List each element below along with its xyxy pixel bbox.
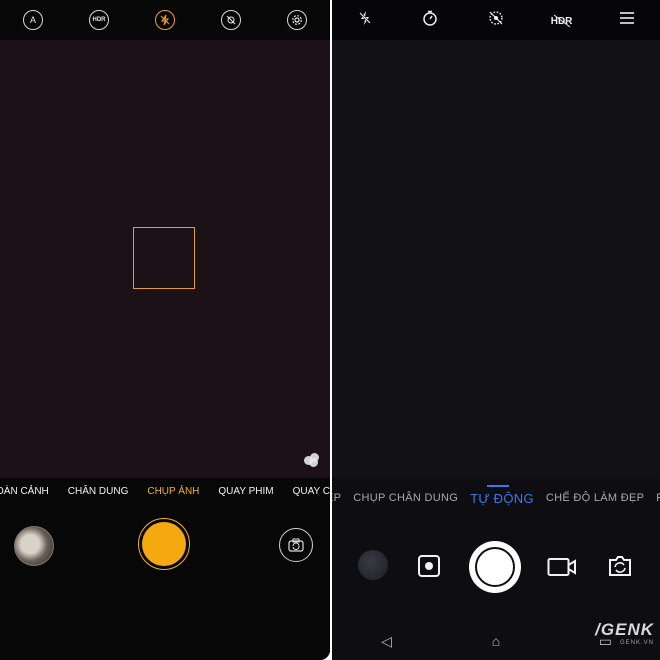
mode-video[interactable]: QUAY PHIM	[218, 486, 273, 497]
switch-camera-icon	[288, 538, 304, 552]
home-nav-icon[interactable]: ⌂	[476, 633, 516, 649]
switch-camera-button-right[interactable]	[606, 554, 634, 583]
mode-portrait[interactable]: CHÂN DUNG	[68, 486, 129, 497]
switch-camera-button[interactable]	[279, 528, 313, 562]
left-top-toolbar: A HDR	[0, 0, 330, 40]
left-bottom-controls	[0, 504, 330, 660]
lens-button[interactable]	[418, 555, 440, 577]
mode-auto[interactable]: TỰ ĐỘNG	[470, 484, 534, 506]
right-mode-strip: ÉP CHỤP CHÂN DUNG TỰ ĐỘNG CHẾ ĐỘ LÀM ĐẸP…	[332, 478, 660, 518]
back-nav-icon[interactable]: ◁	[367, 633, 407, 650]
flash-off-icon	[160, 14, 170, 26]
watermark-logo: /GENK	[595, 620, 654, 639]
timer-icon	[423, 10, 438, 26]
mode-photo[interactable]: CHỤP ẢNH	[147, 486, 199, 497]
hdr-button[interactable]: HDR	[89, 10, 109, 30]
video-button[interactable]	[547, 556, 577, 583]
mode-beauty-cut[interactable]: ÉP	[332, 492, 341, 504]
watermark-url: GENK.VN	[619, 640, 654, 646]
left-viewfinder[interactable]	[0, 40, 330, 478]
auto-mode-label: A	[29, 15, 36, 25]
shutter-button-right[interactable]	[469, 541, 521, 593]
mode-panorama-right[interactable]: PA	[656, 492, 660, 504]
shutter-inner-right	[475, 547, 515, 587]
auto-mode-button[interactable]: A	[23, 10, 43, 30]
menu-button[interactable]	[615, 11, 639, 30]
gear-icon	[292, 15, 302, 25]
right-bottom-controls: ◁ ⌂ ▭ /GENK GENK.VN	[332, 518, 660, 660]
focus-frame	[133, 227, 195, 289]
hdr-off-slash-icon	[553, 14, 570, 28]
gallery-thumbnail[interactable]	[14, 526, 54, 566]
live-photo-off-icon	[489, 10, 503, 25]
right-camera-screen: HDR 1x ÉP CHỤP CHÂN DUNG TỰ ĐỘNG CHẾ ĐỘ …	[332, 0, 660, 660]
live-photo-button[interactable]	[484, 10, 508, 31]
mode-beautify[interactable]: CHẾ ĐỘ LÀM ĐẸP	[546, 492, 644, 504]
timer-button[interactable]	[418, 10, 442, 31]
motion-photo-icon	[226, 15, 236, 25]
left-mode-strip: OÀN CẢNH CHÂN DUNG CHỤP ẢNH QUAY PHIM QU…	[0, 478, 330, 504]
hdr-button-right[interactable]: HDR	[550, 11, 574, 29]
hdr-label: HDR	[92, 17, 106, 23]
filter-icon[interactable]	[304, 453, 320, 467]
video-camera-icon	[547, 558, 576, 576]
shutter-inner	[142, 522, 186, 566]
flash-off-button[interactable]	[155, 10, 175, 30]
flash-off-icon	[359, 10, 371, 25]
switch-camera-icon	[609, 556, 631, 576]
hamburger-menu-icon	[620, 11, 635, 24]
right-top-toolbar: HDR	[332, 0, 660, 40]
shutter-button[interactable]	[138, 518, 190, 570]
left-camera-screen: A HDR OÀN CẢNH CHÂN DUNG CHỤP ẢNH QUAY P…	[0, 0, 330, 660]
mode-portrait-right[interactable]: CHỤP CHÂN DUNG	[353, 492, 458, 504]
genk-watermark: /GENK GENK.VN	[595, 620, 654, 646]
mode-panorama[interactable]: OÀN CẢNH	[0, 486, 49, 497]
gallery-thumbnail-right[interactable]	[358, 550, 388, 580]
mode-slow-motion[interactable]: QUAY CHẬ	[293, 486, 330, 497]
flash-off-button-right[interactable]	[353, 10, 377, 31]
settings-button[interactable]	[287, 10, 307, 30]
lens-icon	[425, 562, 433, 570]
right-viewfinder[interactable]: 1x	[332, 40, 660, 506]
motion-photo-button[interactable]	[221, 10, 241, 30]
